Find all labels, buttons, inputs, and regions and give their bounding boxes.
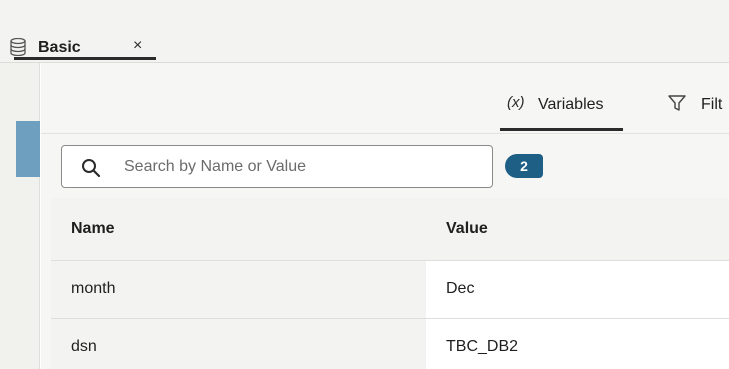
search-icon	[82, 159, 101, 178]
table-header: Name Value	[51, 198, 729, 260]
variables-icon: (x)	[507, 94, 525, 111]
cell-value: TBC_DB2	[426, 319, 729, 369]
cell-name-text: month	[71, 280, 116, 297]
cell-value: Dec	[426, 261, 729, 319]
column-header-name[interactable]: Name	[71, 220, 115, 238]
left-gutter-accent	[16, 121, 40, 177]
tab-bar-divider	[41, 133, 729, 134]
variables-panel: (x) Variables Filt 2 Name Value month	[41, 63, 729, 369]
tab-variables[interactable]: (x) Variables	[500, 91, 623, 133]
left-gutter	[0, 63, 40, 369]
panel-tab-bar: (x) Variables Filt	[41, 63, 729, 134]
close-icon[interactable]: ×	[133, 38, 142, 54]
tab-active-indicator	[14, 57, 156, 60]
tab-filters-label: Filt	[701, 96, 723, 113]
tab-variables-indicator	[500, 128, 623, 131]
cell-value-text: Dec	[446, 280, 475, 297]
tab-basic-label: Basic	[38, 39, 81, 56]
table-row[interactable]: month Dec	[51, 260, 729, 319]
column-header-value[interactable]: Value	[446, 220, 488, 238]
cell-name-text: dsn	[71, 338, 97, 355]
search-box[interactable]	[61, 145, 493, 188]
tab-strip: Basic ×	[0, 0, 729, 62]
table-row[interactable]: dsn TBC_DB2	[51, 318, 729, 369]
database-icon	[10, 38, 26, 56]
filter-icon	[668, 95, 686, 111]
tab-variables-label: Variables	[538, 96, 604, 113]
cell-value-text: TBC_DB2	[446, 338, 519, 355]
cell-name: dsn	[51, 319, 426, 369]
result-count-badge: 2	[505, 154, 543, 178]
tab-filters[interactable]: Filt	[666, 91, 729, 133]
search-input[interactable]	[124, 154, 484, 180]
cell-name: month	[51, 261, 426, 319]
tab-basic[interactable]: Basic ×	[0, 14, 156, 62]
